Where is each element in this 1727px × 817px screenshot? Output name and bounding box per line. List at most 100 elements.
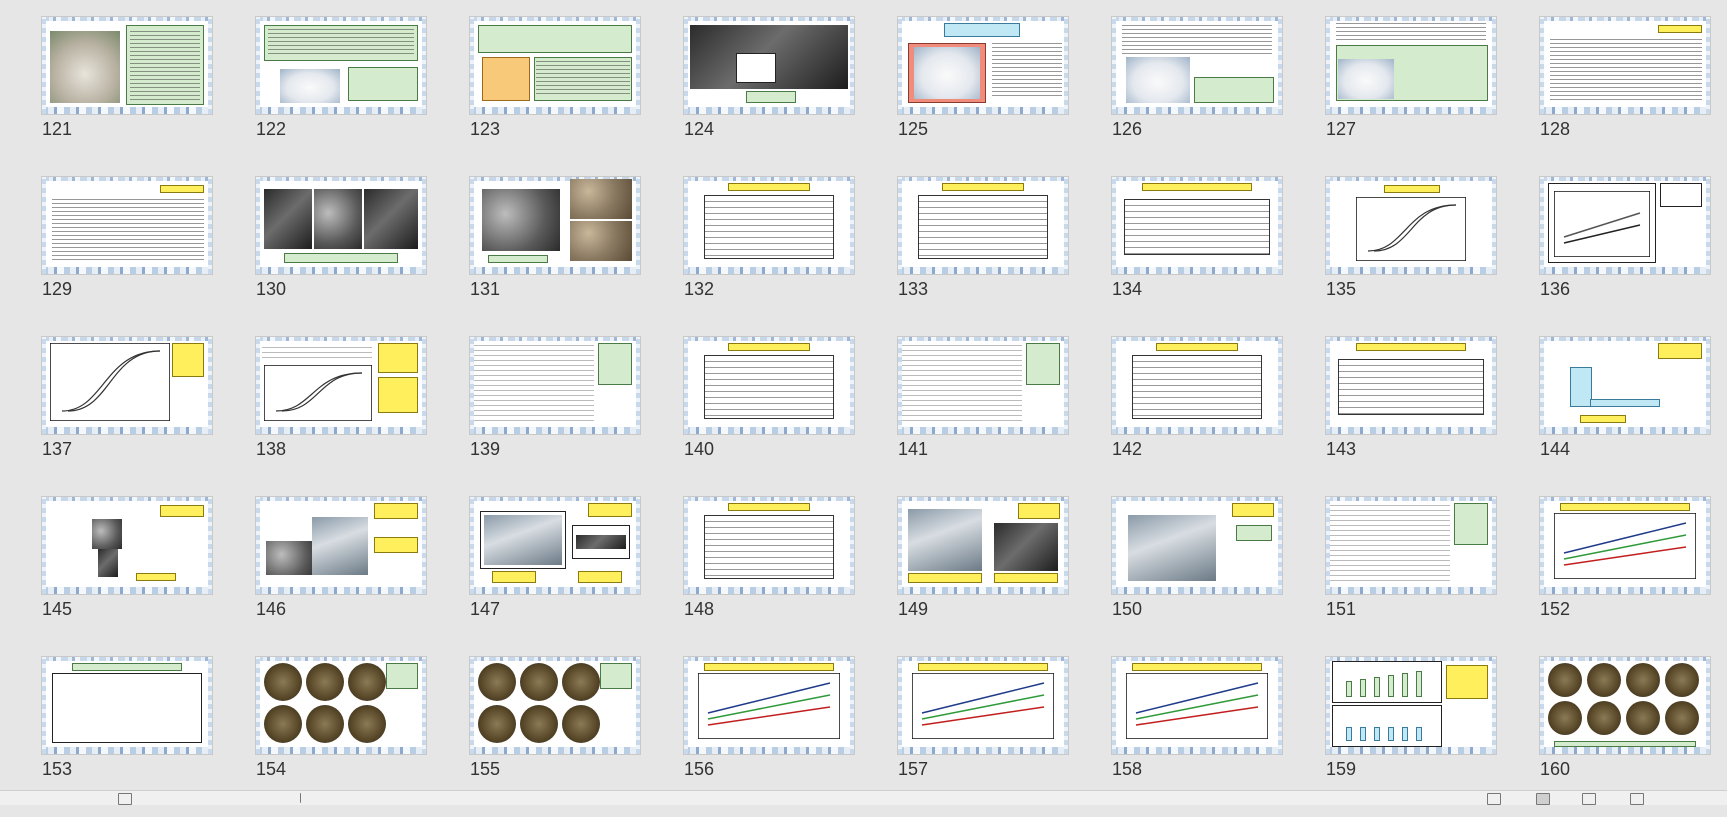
slide-thumbnail[interactable]: [1326, 17, 1496, 114]
slide-thumbnail[interactable]: [42, 177, 212, 274]
slide-table: [918, 195, 1048, 259]
slide-number: 160: [1540, 759, 1571, 779]
slide-sorter-view-icon[interactable]: [1536, 793, 1550, 805]
slide-border-decoration: [422, 657, 426, 754]
slide-photo: [562, 705, 600, 743]
slide-thumbnail[interactable]: [470, 177, 640, 274]
slide-thumbnail[interactable]: [256, 657, 426, 754]
slide-table: [704, 515, 834, 579]
slide-thumbnail[interactable]: [898, 17, 1068, 114]
slide-thumbnail[interactable]: [898, 337, 1068, 434]
slide-title-box: [728, 343, 810, 351]
slide-border-decoration: [684, 657, 688, 754]
slide-thumbnail[interactable]: [1326, 497, 1496, 594]
slide-cell: 122: [256, 17, 426, 177]
slide-thumbnail[interactable]: [684, 17, 854, 114]
slide-table: [474, 341, 594, 425]
slide-border-decoration: [1706, 497, 1710, 594]
notes-icon[interactable]: [118, 793, 132, 805]
slide-title-box: [728, 503, 810, 511]
slide-thumbnail[interactable]: [1112, 17, 1282, 114]
slide-border-decoration: [1112, 107, 1282, 114]
slide-border-decoration: [42, 337, 46, 434]
slide-photo: [264, 705, 302, 743]
slide-thumbnail[interactable]: [898, 657, 1068, 754]
slide-border-decoration: [470, 657, 474, 754]
slide-thumbnail[interactable]: [256, 337, 426, 434]
slide-thumbnail[interactable]: [1540, 337, 1710, 434]
slide-thumbnail[interactable]: [42, 337, 212, 434]
slide-thumbnail[interactable]: [1540, 17, 1710, 114]
slide-title-box: [1658, 25, 1702, 33]
slide-border-decoration: [1706, 177, 1710, 274]
slide-thumbnail[interactable]: [1326, 337, 1496, 434]
slide-cell: 124: [684, 17, 854, 177]
slide-cell: 127: [1326, 17, 1496, 177]
slide-thumbnail[interactable]: [470, 497, 640, 594]
slide-thumbnail[interactable]: [42, 497, 212, 594]
slide-photo: [1126, 57, 1190, 103]
slide-caption: [488, 255, 548, 263]
slide-thumbnail[interactable]: [898, 497, 1068, 594]
slide-border-decoration: [208, 337, 212, 434]
slide-thumbnail[interactable]: [1112, 337, 1282, 434]
slide-border-decoration: [256, 177, 260, 274]
slide-thumbnail[interactable]: [256, 497, 426, 594]
chart-bar: [1416, 671, 1422, 697]
slide-thumbnail[interactable]: [684, 657, 854, 754]
slide-border-decoration: [422, 497, 426, 594]
slide-textbox: [1026, 343, 1060, 385]
slide-caption: [284, 253, 398, 263]
slide-border-decoration: [1112, 177, 1282, 181]
slide-caption: [1580, 415, 1626, 423]
slide-thumbnail[interactable]: [684, 177, 854, 274]
slide-border-decoration: [470, 427, 640, 434]
slide-thumbnail[interactable]: [470, 337, 640, 434]
slide-border-decoration: [1278, 177, 1282, 274]
slide-thumbnail[interactable]: [1112, 497, 1282, 594]
slide-thumbnail[interactable]: [1112, 177, 1282, 274]
slide-thumbnail[interactable]: [256, 17, 426, 114]
slide-photo: [1548, 701, 1582, 735]
slide-thumbnail[interactable]: [684, 497, 854, 594]
slide-number: 128: [1540, 119, 1571, 139]
slide-border-decoration: [256, 17, 260, 114]
slide-textbox: [1454, 503, 1488, 545]
slide-thumbnail[interactable]: [256, 177, 426, 274]
reading-view-icon[interactable]: [1582, 793, 1596, 805]
slide-thumbnail[interactable]: [42, 17, 212, 114]
comments-icon[interactable]: [300, 793, 305, 803]
slide-table: [1338, 359, 1484, 415]
slide-border-decoration: [1326, 427, 1496, 434]
slide-title-box: [1658, 343, 1702, 359]
slide-thumbnail[interactable]: [898, 177, 1068, 274]
slide-title-box: [160, 185, 204, 193]
slide-text-lines: [992, 43, 1062, 99]
slide-border-decoration: [256, 267, 426, 274]
slide-thumbnail[interactable]: [1112, 657, 1282, 754]
slide-cell: 151: [1326, 497, 1496, 657]
slide-thumbnail[interactable]: [684, 337, 854, 434]
slide-thumbnail[interactable]: [1540, 497, 1710, 594]
slide-thumbnail[interactable]: [42, 657, 212, 754]
slide-thumbnail[interactable]: [1326, 177, 1496, 274]
slide-text-lines: [268, 29, 414, 57]
slideshow-icon[interactable]: [1630, 793, 1644, 805]
slide-border-decoration: [898, 497, 902, 594]
slide-border-decoration: [256, 427, 426, 434]
slide-thumbnail[interactable]: [1540, 177, 1710, 274]
slide-thumbnail[interactable]: [1326, 657, 1496, 754]
slide-cell: 142: [1112, 337, 1282, 497]
slide-border-decoration: [42, 177, 46, 274]
curve-graphic: [1356, 197, 1466, 261]
slide-title-box: [1384, 185, 1440, 193]
slide-border-decoration: [636, 177, 640, 274]
slide-number: 155: [470, 759, 501, 779]
slide-photo: [484, 515, 562, 565]
slide-thumbnail[interactable]: [470, 657, 640, 754]
slide-thumbnail[interactable]: [1540, 657, 1710, 754]
curve-graphic: [50, 343, 170, 421]
normal-view-icon[interactable]: [1487, 793, 1501, 805]
slide-thumbnail[interactable]: [470, 17, 640, 114]
slide-textbox: [598, 343, 632, 385]
